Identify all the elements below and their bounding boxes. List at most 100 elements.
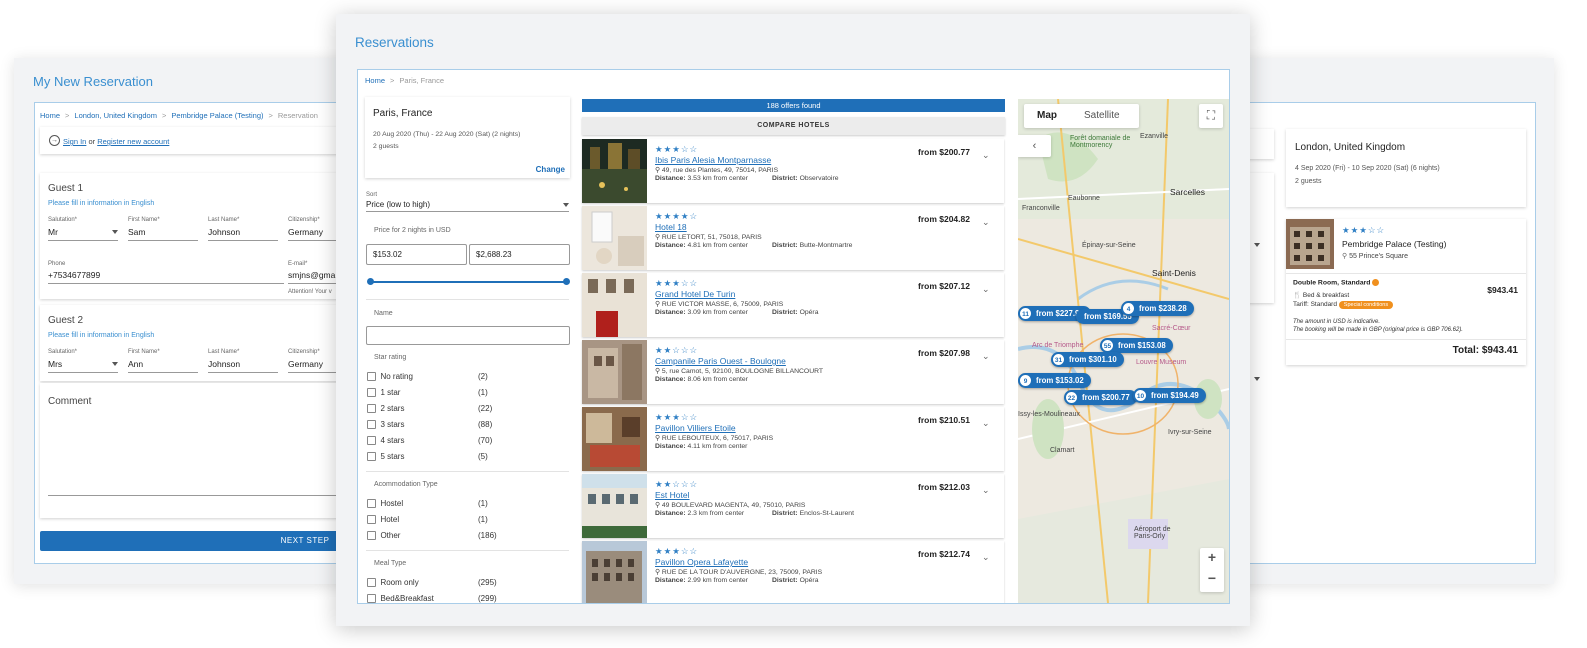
tariff-info: Tariff: Standard Special conditions (1293, 301, 1394, 309)
zoom-out-button[interactable]: − (1200, 570, 1224, 586)
change-button[interactable]: Change (536, 165, 565, 174)
phone-field[interactable]: +7534677899 (48, 270, 284, 284)
collapse-map-icon[interactable]: ‹ (1018, 135, 1051, 157)
checkbox[interactable] (367, 594, 376, 603)
chevron-down-icon[interactable]: ⌄ (982, 351, 990, 362)
chevron-down-icon[interactable]: ⌄ (982, 418, 990, 429)
hotel-card[interactable]: ★★★☆☆ Ibis Paris Alesia Montparnasse ⚲ 4… (582, 139, 1004, 203)
hotel-address-text: 49 BOULEVARD MAGENTA, 49, 75010, PARIS (661, 502, 806, 509)
name-input[interactable] (366, 326, 570, 345)
hotel-photo (582, 273, 647, 337)
crumb-home[interactable]: Home (365, 76, 385, 85)
price-pin[interactable]: 4 from $238.28 (1121, 301, 1194, 316)
pin-label: from $153.08 (1118, 341, 1166, 350)
map-label: Ivry-sur-Seine (1168, 429, 1212, 436)
district-label: District: (772, 175, 798, 182)
last-name-field[interactable]: Johnson (208, 227, 278, 241)
login-icon: → (49, 135, 60, 146)
zoom-in-button[interactable]: + (1200, 549, 1224, 565)
hotel-name-link[interactable]: Grand Hotel De Turin (655, 289, 735, 299)
pin-count: 22 (1065, 391, 1078, 404)
checkbox[interactable] (367, 420, 376, 430)
location-pin-icon: ⚲ (655, 435, 662, 442)
hotel-card[interactable]: ★★★☆☆ Grand Hotel De Turin ⚲ RUE VICTOR … (582, 273, 1004, 337)
crumb-hotel[interactable]: Pembridge Palace (Testing) (171, 111, 263, 120)
first-name-field[interactable]: Sam (128, 227, 198, 241)
accommodation-option-hotel[interactable]: Hotel (1) (367, 512, 567, 528)
chevron-down-icon[interactable]: ⌄ (982, 217, 990, 228)
register-link[interactable]: Register new account (97, 137, 169, 146)
star-option-4[interactable]: 4 stars (70) (367, 433, 567, 449)
price-pin[interactable]: 31 from $301.10 (1051, 352, 1124, 367)
star-option-5[interactable]: 5 stars (5) (367, 449, 567, 465)
price-slider-min-handle[interactable] (367, 278, 374, 285)
price-slider-max-handle[interactable] (563, 278, 570, 285)
sign-in-link[interactable]: Sign In (63, 137, 86, 146)
price-min-input[interactable]: $153.02 (366, 244, 467, 265)
hotel-name-link[interactable]: Campanile Paris Ouest - Boulogne (655, 356, 786, 366)
crumb-city[interactable]: London, United Kingdom (74, 111, 157, 120)
meal-option-bnb[interactable]: Bed&Breakfast (299) (367, 591, 567, 603)
star-rating: ★★☆☆☆ (655, 479, 699, 489)
last-name-field[interactable]: Johnson (208, 359, 278, 373)
info-icon[interactable] (1372, 279, 1380, 286)
email-note: Attention! Your v (288, 289, 332, 295)
hotel-card[interactable]: ★★☆☆☆ Est Hotel ⚲ 49 BOULEVARD MAGENTA, … (582, 474, 1004, 538)
price-pin[interactable]: 55 from $153.08 (1100, 338, 1173, 353)
meal-options: Room only (295) Bed&Breakfast (299) (367, 575, 567, 603)
chevron-down-icon[interactable]: ⌄ (982, 150, 990, 161)
price-pin[interactable]: 10 from $194.49 (1133, 388, 1206, 403)
chevron-down-icon[interactable]: ⌄ (982, 284, 990, 295)
checkbox[interactable] (367, 452, 376, 462)
map[interactable]: Map Satellite ⛶ ‹ Ezanville Forêt domani… (1018, 99, 1229, 603)
hotel-card[interactable]: ★★★☆☆ Pavillon Opera Lafayette ⚲ RUE DE … (582, 541, 1004, 603)
checkbox[interactable] (367, 578, 376, 588)
checkbox[interactable] (367, 404, 376, 414)
star-option-3[interactable]: 3 stars (88) (367, 417, 567, 433)
hotel-name-link[interactable]: Hotel 18 (655, 222, 687, 232)
chevron-down-icon[interactable]: ⌄ (982, 485, 990, 496)
tariff-text: Tariff: Standard (1293, 301, 1337, 308)
hotel-name-link[interactable]: Pavillon Opera Lafayette (655, 557, 748, 567)
option-label: Room only (380, 578, 419, 587)
hotel-name-link[interactable]: Est Hotel (655, 490, 690, 500)
chevron-down-icon[interactable]: ⌄ (982, 552, 990, 563)
district-value: Opéra (799, 309, 819, 316)
checkbox[interactable] (367, 388, 376, 398)
star-option-2[interactable]: 2 stars (22) (367, 401, 567, 417)
accommodation-option-other[interactable]: Other (186) (367, 528, 567, 544)
price-max-input[interactable]: $2,688.23 (469, 244, 570, 265)
checkbox[interactable] (367, 499, 376, 509)
checkbox[interactable] (367, 531, 376, 541)
hotel-price: from $210.51 (918, 415, 970, 425)
hotel-district: District: Opéra (772, 577, 818, 584)
special-conditions-badge[interactable]: Special conditions (1338, 301, 1394, 309)
satellite-tab[interactable]: Satellite (1084, 110, 1120, 121)
meal-option-room-only[interactable]: Room only (295) (367, 575, 567, 591)
accommodation-option-hostel[interactable]: Hostel (1) (367, 496, 567, 512)
price-slider-track[interactable] (369, 281, 567, 283)
distance-label: Distance: (655, 376, 686, 383)
map-tab[interactable]: Map (1037, 110, 1057, 121)
salutation-select[interactable]: Mr (48, 227, 118, 241)
hotel-address: ⚲ RUE VICTOR MASSE, 6, 75009, PARIS (655, 300, 783, 308)
star-option-1[interactable]: 1 star (1) (367, 385, 567, 401)
hotel-card[interactable]: ★★★★☆ Hotel 18 ⚲ RUE LETORT, 51, 75018, … (582, 206, 1004, 270)
checkbox[interactable] (367, 515, 376, 525)
star-option-none[interactable]: No rating (2) (367, 369, 567, 385)
price-pin[interactable]: 22 from $200.77 (1064, 390, 1137, 405)
crumb-home[interactable]: Home (40, 111, 60, 120)
hotel-name-link[interactable]: Pavillon Villiers Etoile (655, 423, 736, 433)
price-pin[interactable]: 9 from $153.02 (1018, 373, 1091, 388)
compare-hotels-button[interactable]: COMPARE HOTELS (582, 117, 1005, 135)
location-pin-icon: ⚲ (655, 368, 662, 375)
hotel-card[interactable]: ★★★☆☆ Pavillon Villiers Etoile ⚲ RUE LEB… (582, 407, 1004, 471)
hotel-card[interactable]: ★★☆☆☆ Campanile Paris Ouest - Boulogne ⚲… (582, 340, 1004, 404)
checkbox[interactable] (367, 372, 376, 382)
hotel-name-link[interactable]: Ibis Paris Alesia Montparnasse (655, 155, 771, 165)
checkbox[interactable] (367, 436, 376, 446)
sort-select[interactable]: Price (low to high) (366, 200, 569, 212)
salutation-select[interactable]: Mrs (48, 359, 118, 373)
fullscreen-icon[interactable]: ⛶ (1199, 104, 1223, 128)
first-name-field[interactable]: Ann (128, 359, 198, 373)
